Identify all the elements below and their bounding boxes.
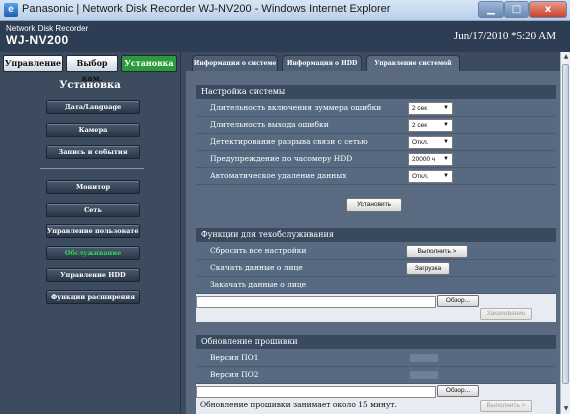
setting-label: Автоматическое удаление данных bbox=[210, 171, 347, 180]
scroll-thumb[interactable] bbox=[562, 64, 569, 384]
setting-row: Предупреждение по часомеру HDD 20000 ч ▼ bbox=[196, 151, 556, 168]
menu-camera[interactable]: Камера bbox=[46, 123, 140, 137]
firmware-update-note: Обновление прошивки занимает около 15 ми… bbox=[200, 400, 397, 409]
app-header: Network Disk Recorder WJ-NV200 Jun/17/20… bbox=[0, 21, 570, 52]
maximize-button[interactable]: □ bbox=[504, 1, 529, 18]
right-panel: Информация о системе Информация о HDD Уп… bbox=[186, 52, 570, 414]
upload-file-input[interactable] bbox=[196, 296, 436, 308]
network-disconnect-select[interactable]: Откл. ▼ bbox=[408, 136, 453, 149]
tab-system-info[interactable]: Информация о системе bbox=[192, 55, 278, 71]
setting-label: Детектирование разрыва связи с сетью bbox=[210, 137, 368, 146]
firmware-file-input[interactable] bbox=[196, 386, 436, 398]
dropdown-arrow-icon: ▼ bbox=[443, 139, 449, 145]
upload-face-label: Закачать данные о лице bbox=[210, 280, 307, 289]
datetime-display: Jun/17/2010 *5:20 AM bbox=[453, 30, 556, 42]
menu-user-management[interactable]: Управление пользователем bbox=[46, 224, 140, 238]
ie-icon: e bbox=[4, 3, 18, 17]
dropdown-arrow-icon: ▼ bbox=[443, 122, 449, 128]
content-area: Настройка системы Длительность включения… bbox=[196, 77, 556, 414]
buzzer-duration-select[interactable]: 2 сек ▼ bbox=[408, 102, 453, 115]
setting-label: Предупреждение по часомеру HDD bbox=[210, 154, 353, 163]
window-title: Panasonic | Network Disk Recorder WJ-NV2… bbox=[22, 3, 391, 15]
tab-bar: Информация о системе Информация о HDD Уп… bbox=[186, 52, 570, 71]
select-value: Откл. bbox=[412, 173, 429, 180]
tab-camera-select[interactable]: Выбор кам. bbox=[66, 55, 118, 83]
firmware-execute-button[interactable]: Выполнить > bbox=[480, 400, 532, 412]
scroll-up-arrow-icon[interactable]: ▲ bbox=[561, 52, 570, 62]
set-button[interactable]: Установить bbox=[346, 198, 402, 212]
maintenance-header: Функции для техобслуживания bbox=[196, 228, 556, 242]
download-button[interactable]: Загрузка bbox=[406, 262, 450, 275]
auto-delete-select[interactable]: Откл. ▼ bbox=[408, 170, 453, 183]
menu-extension-functions[interactable]: Функции расширения bbox=[46, 290, 140, 304]
firmware-version1-value bbox=[410, 354, 438, 362]
window-titlebar: e Panasonic | Network Disk Recorder WJ-N… bbox=[0, 0, 570, 21]
setting-row: Длительность выхода ошибки 2 сек ▼ bbox=[196, 117, 556, 134]
menu-maintenance[interactable]: Обслуживание bbox=[46, 246, 140, 260]
upload-button[interactable]: Закачивание bbox=[480, 308, 532, 320]
setup-title: Установка bbox=[59, 80, 121, 91]
tab-setup[interactable]: Установка bbox=[121, 55, 177, 72]
setting-label: Длительность включения зуммера ошибки bbox=[210, 103, 382, 112]
tab-control[interactable]: Управление bbox=[3, 55, 63, 72]
upload-area: Обзор... Закачивание bbox=[196, 294, 556, 322]
dropdown-arrow-icon: ▼ bbox=[443, 156, 449, 162]
reset-execute-button[interactable]: Выполнить > bbox=[406, 245, 468, 258]
firmware-version2-label: Версия ПО2 bbox=[210, 370, 259, 379]
select-value: Откл. bbox=[412, 139, 429, 146]
left-panel: Управление Выбор кам. Установка Установк… bbox=[0, 52, 180, 414]
close-button[interactable]: x bbox=[529, 1, 567, 18]
maintenance-row: Сбросить все настройки Выполнить > bbox=[196, 243, 556, 260]
tab-hdd-info[interactable]: Информация о HDD bbox=[282, 55, 362, 71]
firmware-header: Обновление прошивки bbox=[196, 335, 556, 349]
maintenance-row: Скачать данные о лице Загрузка bbox=[196, 260, 556, 277]
firmware-update-area: Обзор... Обновление прошивки занимает ок… bbox=[196, 384, 556, 414]
system-settings-header: Настройка системы bbox=[196, 85, 556, 99]
select-value: 20000 ч bbox=[412, 156, 436, 163]
scroll-down-arrow-icon[interactable]: ▼ bbox=[561, 404, 570, 414]
select-value: 2 сек bbox=[412, 122, 428, 129]
setting-row: Детектирование разрыва связи с сетью Отк… bbox=[196, 134, 556, 151]
firmware-row: Версия ПО2 bbox=[196, 367, 556, 384]
firmware-version1-label: Версия ПО1 bbox=[210, 353, 259, 362]
firmware-browse-button[interactable]: Обзор... bbox=[437, 385, 479, 397]
minimize-button[interactable]: ▁ bbox=[478, 1, 504, 18]
menu-recording-events[interactable]: Запись и события bbox=[46, 145, 140, 159]
reset-label: Сбросить все настройки bbox=[210, 246, 307, 255]
setting-row: Длительность включения зуммера ошибки 2 … bbox=[196, 100, 556, 117]
app-model: WJ-NV200 bbox=[6, 33, 69, 47]
dropdown-arrow-icon: ▼ bbox=[443, 105, 449, 111]
setting-row: Автоматическое удаление данных Откл. ▼ bbox=[196, 168, 556, 185]
menu-date-language[interactable]: Дата/Language bbox=[46, 100, 140, 114]
upload-browse-button[interactable]: Обзор... bbox=[437, 295, 479, 307]
error-output-duration-select[interactable]: 2 сек ▼ bbox=[408, 119, 453, 132]
firmware-version2-value bbox=[410, 371, 438, 379]
menu-hdd-management[interactable]: Управление HDD bbox=[46, 268, 140, 282]
menu-monitor[interactable]: Монитор bbox=[46, 180, 140, 194]
dropdown-arrow-icon: ▼ bbox=[443, 173, 449, 179]
firmware-row: Версия ПО1 bbox=[196, 350, 556, 367]
menu-network[interactable]: Сеть bbox=[46, 203, 140, 217]
menu-divider bbox=[40, 168, 144, 169]
tab-system-management[interactable]: Управление системой bbox=[366, 55, 460, 71]
vertical-scrollbar[interactable]: ▲ ▼ bbox=[560, 52, 570, 414]
hdd-hour-meter-select[interactable]: 20000 ч ▼ bbox=[408, 153, 453, 166]
select-value: 2 сек bbox=[412, 105, 428, 112]
setting-label: Длительность выхода ошибки bbox=[210, 120, 329, 129]
download-face-label: Скачать данные о лице bbox=[210, 263, 303, 272]
maintenance-row: Закачать данные о лице bbox=[196, 277, 556, 294]
app-subtitle: Network Disk Recorder bbox=[6, 24, 89, 33]
